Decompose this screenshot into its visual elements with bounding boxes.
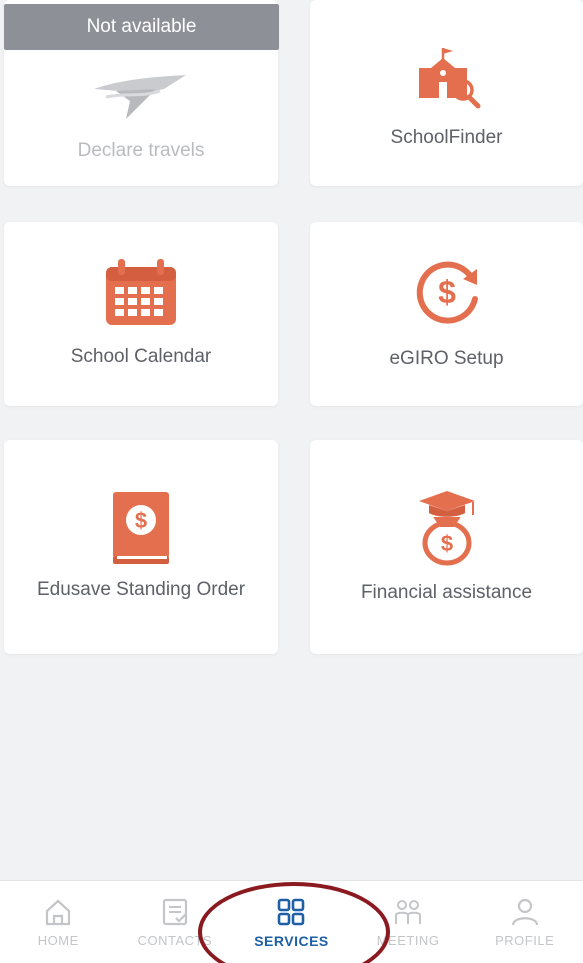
dollar-book-icon: $	[113, 492, 169, 564]
plane-hand-icon	[94, 75, 186, 119]
profile-icon	[511, 898, 538, 926]
services-screen: Declare travels Not available SchoolFind…	[0, 0, 583, 963]
grid-icon	[278, 898, 305, 925]
contacts-icon	[162, 898, 187, 926]
card-label: Edusave Standing Order	[36, 579, 246, 600]
svg-text:$: $	[438, 274, 456, 310]
card-label: SchoolFinder	[390, 127, 503, 148]
calendar-icon	[106, 259, 176, 325]
tab-label: HOME	[37, 933, 79, 948]
tab-label: CONTACTS	[137, 933, 213, 948]
dollar-refresh-icon: $	[416, 261, 478, 324]
school-calendar-card[interactable]: School Calendar	[4, 222, 278, 406]
graduation-moneybag-icon: $	[418, 491, 475, 566]
svg-text:$: $	[440, 531, 452, 556]
tab-home[interactable]: HOME	[0, 881, 117, 963]
bottom-tab-bar: HOME CONTACTS SERVICES MEETING PROFILE	[0, 880, 583, 963]
card-label: eGIRO Setup	[389, 348, 504, 369]
card-label: Declare travels	[77, 140, 205, 161]
schoolfinder-card[interactable]: SchoolFinder	[310, 0, 583, 186]
card-label: Financial assistance	[360, 582, 533, 603]
tab-contacts[interactable]: CONTACTS	[117, 881, 234, 963]
not-available-badge: Not available	[4, 4, 279, 50]
tab-profile[interactable]: PROFILE	[466, 881, 583, 963]
tab-label: SERVICES	[254, 932, 329, 949]
tab-services[interactable]: SERVICES	[233, 881, 350, 963]
meeting-icon	[395, 900, 422, 924]
school-search-icon	[418, 48, 480, 109]
edusave-standing-order-card[interactable]: $ Edusave Standing Order	[4, 440, 278, 654]
financial-assistance-card[interactable]: $ Financial assistance	[310, 440, 583, 654]
tab-label: MEETING	[376, 933, 440, 948]
tab-meeting[interactable]: MEETING	[350, 881, 467, 963]
tab-label: PROFILE	[495, 933, 555, 948]
svg-text:$: $	[135, 508, 147, 533]
egiro-setup-card[interactable]: $ eGIRO Setup	[310, 222, 583, 406]
home-icon	[46, 899, 71, 926]
card-label: School Calendar	[70, 346, 212, 367]
